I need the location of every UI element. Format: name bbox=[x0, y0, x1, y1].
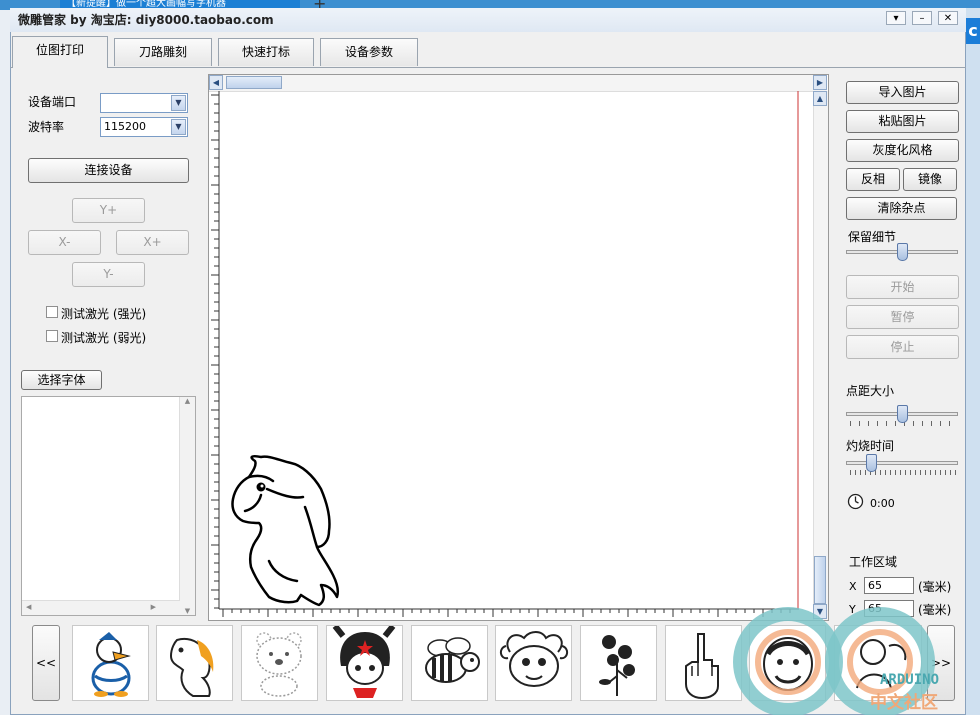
port-label: 设备端口 bbox=[28, 95, 77, 109]
burn-time-label: 灼烧时间 bbox=[846, 439, 895, 453]
vertical-ruler-ticks bbox=[211, 94, 219, 609]
x-label: X bbox=[849, 580, 857, 593]
mirror-button[interactable]: 镜像 bbox=[903, 168, 957, 191]
tab-device-params[interactable]: 设备参数 bbox=[320, 38, 418, 66]
dot-size-label: 点距大小 bbox=[846, 384, 895, 398]
baud-select[interactable]: 115200 ▼ bbox=[100, 117, 188, 137]
font-list-hscrollbar[interactable]: ◀ ▶ bbox=[22, 600, 180, 615]
detail-label: 保留细节 bbox=[848, 230, 897, 244]
test-weak-checkbox[interactable] bbox=[46, 330, 58, 342]
preview-canvas[interactable] bbox=[209, 91, 813, 620]
dot-size-slider-thumb[interactable] bbox=[896, 405, 908, 423]
tab-panel-border bbox=[10, 67, 966, 68]
minimize-icon[interactable]: – bbox=[912, 11, 932, 25]
jog-y-minus-button[interactable]: Y- bbox=[72, 262, 145, 287]
bee-cartoon-image bbox=[425, 637, 480, 683]
denoise-button[interactable]: 清除杂点 bbox=[846, 197, 957, 220]
burn-time-slider-ticks bbox=[850, 470, 958, 475]
chevron-down-icon[interactable]: ▼ bbox=[171, 119, 186, 135]
jog-x-plus-button[interactable]: X+ bbox=[116, 230, 189, 255]
work-area-label: 工作区域 bbox=[849, 555, 898, 569]
window-title: 微雕管家 by 淘宝店: diy8000.taobao.com bbox=[18, 13, 274, 27]
baud-label: 波特率 bbox=[28, 120, 65, 134]
baud-select-value: 115200 bbox=[104, 120, 146, 133]
port-select[interactable]: ▼ bbox=[100, 93, 188, 113]
burn-time-slider-thumb[interactable] bbox=[866, 454, 878, 472]
chevron-down-icon[interactable]: ▼ bbox=[171, 95, 186, 111]
horse-cartoon-image bbox=[169, 638, 214, 697]
tab-path-engrave[interactable]: 刀路雕刻 bbox=[114, 38, 212, 66]
test-weak-label: 测试激光 (弱光) bbox=[61, 331, 147, 345]
watermark-subtext: 中文社区 bbox=[870, 692, 938, 713]
menu-dropdown-icon[interactable]: ▾ bbox=[886, 11, 906, 25]
horse-eye-highlight bbox=[260, 484, 264, 488]
girl-cartoon-image bbox=[332, 624, 396, 698]
horse-image bbox=[231, 454, 340, 607]
canvas-hscroll-thumb[interactable] bbox=[226, 76, 282, 89]
scroll-right-icon[interactable]: ▶ bbox=[151, 603, 156, 611]
paste-image-button[interactable]: 粘贴图片 bbox=[846, 110, 959, 133]
arduino-watermark-logo: ARDUINO 中文社区 bbox=[733, 607, 939, 715]
test-strong-checkbox[interactable] bbox=[46, 306, 58, 318]
timer-value: 0:00 bbox=[870, 497, 895, 510]
clock-icon bbox=[847, 493, 864, 510]
tab-bitmap-print[interactable]: 位图打印 bbox=[12, 36, 108, 68]
duck-cartoon-image bbox=[91, 632, 131, 697]
scroll-left-icon[interactable]: ◀ bbox=[26, 603, 31, 611]
canvas-vscroll-thumb[interactable] bbox=[814, 556, 826, 604]
scroll-right-icon[interactable]: ▶ bbox=[813, 75, 827, 90]
x-unit-label: (毫米) bbox=[918, 580, 952, 594]
bear-cartoon-image bbox=[256, 632, 302, 697]
gallery-item-bee[interactable] bbox=[411, 625, 488, 701]
connect-device-button[interactable]: 连接设备 bbox=[28, 158, 189, 183]
invert-button[interactable]: 反相 bbox=[846, 168, 900, 191]
gallery-item-bear[interactable] bbox=[241, 625, 318, 701]
gallery-item-rose[interactable] bbox=[580, 625, 657, 701]
gallery-prev-button[interactable]: << bbox=[32, 625, 60, 701]
burn-time-slider-track[interactable] bbox=[846, 461, 958, 465]
pause-button[interactable]: 暂停 bbox=[846, 305, 959, 329]
scroll-down-icon[interactable]: ▼ bbox=[180, 607, 195, 615]
jog-x-minus-button[interactable]: X- bbox=[28, 230, 101, 255]
font-list[interactable]: ▲ ▼ ◀ ▶ bbox=[21, 396, 196, 616]
rose-drawing-image bbox=[599, 635, 635, 696]
gallery-item-horse[interactable] bbox=[156, 625, 233, 701]
scroll-up-icon[interactable]: ▲ bbox=[813, 91, 827, 106]
import-image-button[interactable]: 导入图片 bbox=[846, 81, 959, 104]
floating-side-icon[interactable]: c bbox=[966, 18, 980, 44]
start-button[interactable]: 开始 bbox=[846, 275, 959, 299]
watermark-text: ARDUINO bbox=[880, 672, 939, 688]
scroll-left-icon[interactable]: ◀ bbox=[209, 75, 223, 90]
grayscale-button[interactable]: 灰度化风格 bbox=[846, 139, 959, 162]
detail-slider-thumb[interactable] bbox=[896, 243, 908, 261]
choose-font-button[interactable]: 选择字体 bbox=[21, 370, 102, 390]
canvas-hscrollbar[interactable] bbox=[209, 75, 827, 92]
work-area-x-input[interactable]: 65 bbox=[864, 577, 914, 594]
stop-button[interactable]: 停止 bbox=[846, 335, 959, 359]
jog-y-plus-button[interactable]: Y+ bbox=[72, 198, 145, 223]
gallery-item-duck[interactable] bbox=[72, 625, 149, 701]
gallery-item-sheep[interactable] bbox=[495, 625, 572, 701]
tab-quick-mark[interactable]: 快速打标 bbox=[218, 38, 314, 66]
font-list-scrollbar[interactable]: ▲ ▼ bbox=[179, 397, 195, 615]
canvas-vscrollbar[interactable] bbox=[813, 91, 828, 620]
gallery-item-girl[interactable] bbox=[326, 624, 403, 701]
sheep-cartoon-image bbox=[500, 631, 568, 687]
horizontal-ruler-ticks bbox=[222, 609, 791, 617]
scroll-up-icon[interactable]: ▲ bbox=[180, 397, 195, 405]
test-strong-label: 测试激光 (强光) bbox=[61, 307, 147, 321]
close-icon[interactable]: ✕ bbox=[938, 11, 958, 25]
